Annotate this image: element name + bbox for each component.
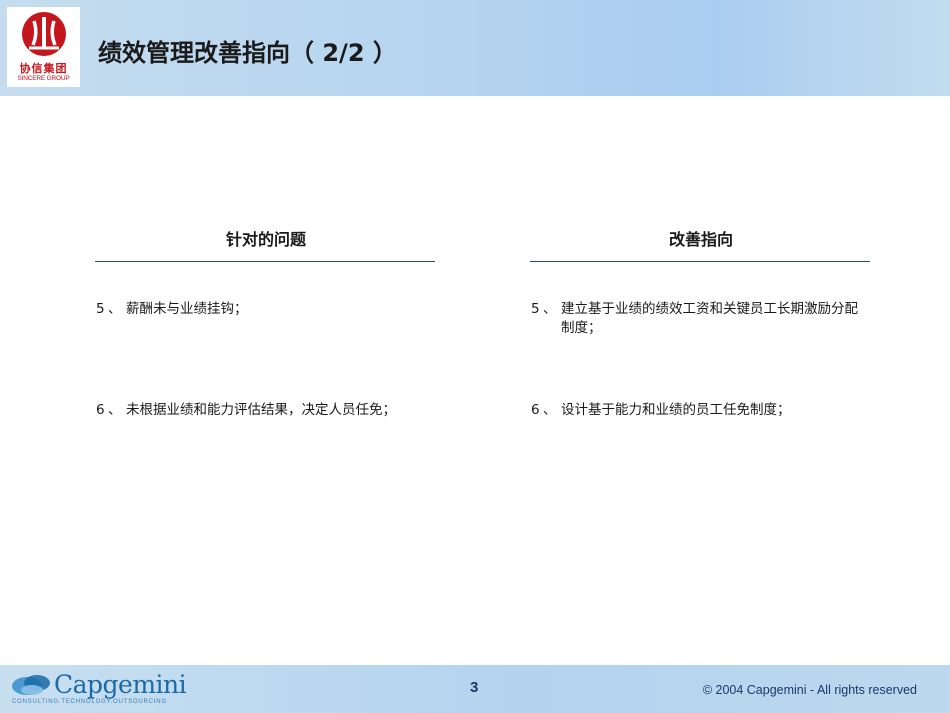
item-separator: 、: [108, 301, 122, 317]
copyright-notice: © 2004 Capgemini - All rights reserved: [702, 683, 917, 697]
logo-name-cn: 协信集团: [19, 62, 68, 75]
problem-item-5: 5 、 薪酬未与业绩挂钩；: [96, 300, 436, 319]
sincere-group-emblem-icon: [22, 12, 66, 56]
item-text: 建立基于业绩的绩效工资和关键员工长期激励分配制度；: [561, 301, 858, 336]
improvement-item-5: 5 、 建立基于业绩的绩效工资和关键员工长期激励分配制度；: [531, 300, 871, 338]
capgemini-logo: Capgemini CONSULTING.TECHNOLOGY.OUTSOURC…: [10, 669, 187, 709]
item-text: 设计基于能力和业绩的员工任免制度；: [561, 402, 791, 418]
capgemini-wordmark: Capgemini: [54, 670, 187, 699]
item-separator: 、: [543, 301, 557, 317]
capgemini-spade-icon: [12, 675, 50, 695]
footer-banner: Capgemini CONSULTING.TECHNOLOGY.OUTSOURC…: [0, 665, 950, 713]
item-number: 5: [531, 301, 540, 317]
item-number: 5: [96, 301, 105, 317]
logo-name-en: SINCERE GROUP: [17, 75, 70, 82]
column-heading-improvements: 改善指向: [668, 230, 733, 249]
column-divider-problems: [95, 261, 435, 262]
item-separator: 、: [108, 402, 122, 418]
improvement-item-6: 6 、 设计基于能力和业绩的员工任免制度；: [531, 401, 871, 420]
item-separator: 、: [543, 402, 557, 418]
capgemini-tagline: CONSULTING.TECHNOLOGY.OUTSOURCING: [12, 699, 167, 705]
company-logo: 协信集团 SINCERE GROUP: [7, 7, 80, 87]
item-number: 6: [96, 402, 105, 418]
header-banner: 协信集团 SINCERE GROUP 绩效管理改善指向（ 2/2 ）: [0, 0, 950, 96]
column-divider-improvements: [530, 261, 870, 262]
problem-item-6: 6 、 未根据业绩和能力评估结果，决定人员任免；: [96, 401, 436, 420]
item-text: 未根据业绩和能力评估结果，决定人员任免；: [126, 402, 396, 418]
page-number: 3: [470, 679, 479, 696]
item-number: 6: [531, 402, 540, 418]
column-heading-problems: 针对的问题: [225, 230, 306, 249]
item-text: 薪酬未与业绩挂钩；: [126, 301, 248, 317]
page-title: 绩效管理改善指向（ 2/2 ）: [98, 39, 397, 67]
